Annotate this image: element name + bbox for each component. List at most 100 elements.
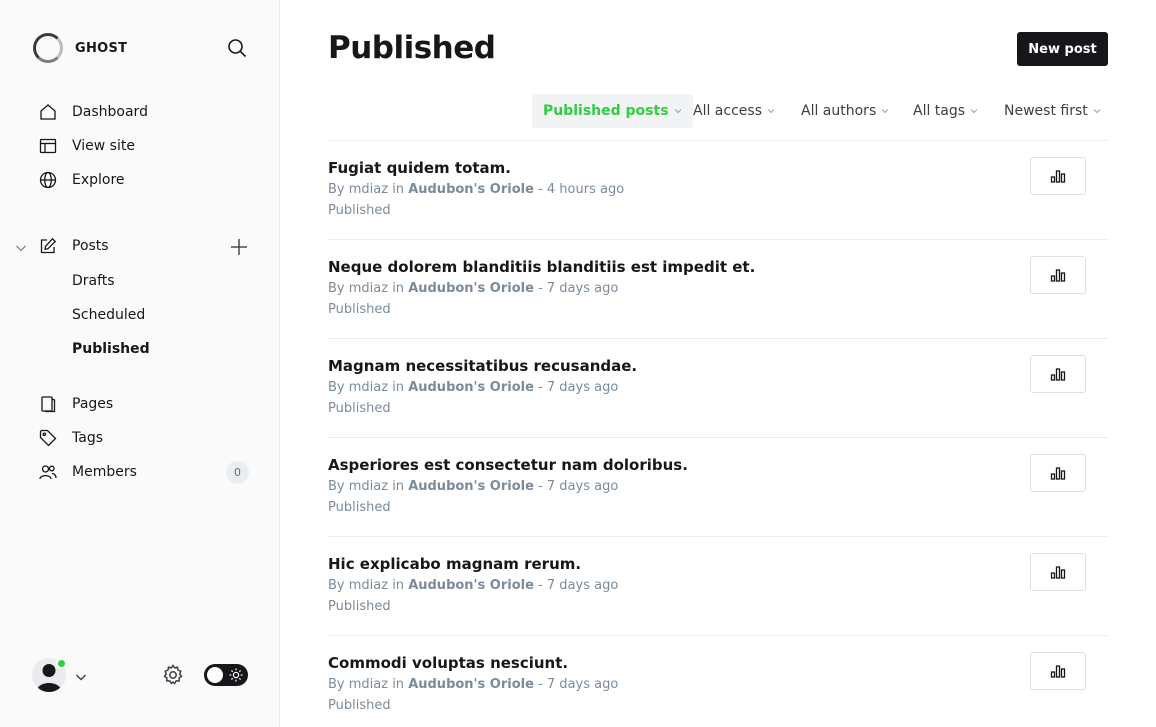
sidebar-item-tags[interactable]: Tags — [32, 423, 252, 453]
filter-label: All access — [693, 103, 762, 119]
post-title[interactable]: Magnam necessitatibus recusandae. — [328, 357, 637, 375]
post-title[interactable]: Fugiat quidem totam. — [328, 159, 511, 177]
sidebar-item-label: Pages — [72, 396, 114, 412]
toggle-knob — [207, 667, 223, 683]
post-meta: By mdiaz in Audubon's Oriole - 7 days ag… — [328, 380, 618, 395]
post-author: By mdiaz in — [328, 479, 405, 494]
post-status: Published — [328, 203, 391, 218]
chevron-down-icon — [1093, 109, 1101, 114]
post-row[interactable]: Hic explicabo magnam rerum. By mdiaz in … — [328, 537, 1108, 636]
post-title[interactable]: Neque dolorem blanditiis blanditiis est … — [328, 258, 755, 276]
sidebar-item-label: View site — [72, 138, 135, 154]
filter-sort[interactable]: Newest first — [1004, 94, 1101, 128]
analytics-button[interactable] — [1030, 256, 1086, 294]
chevron-down-icon[interactable] — [14, 240, 28, 254]
sidebar-item-members[interactable]: Members — [32, 457, 252, 487]
brand[interactable]: GHOST — [33, 33, 127, 63]
analytics-button[interactable] — [1030, 553, 1086, 591]
analytics-button[interactable] — [1030, 454, 1086, 492]
sidebar-subitem-drafts[interactable]: Drafts — [72, 271, 115, 291]
analytics-button[interactable] — [1030, 652, 1086, 690]
search-icon[interactable] — [226, 37, 248, 59]
filter-access[interactable]: All access — [693, 94, 775, 128]
sidebar-item-label: Posts — [72, 238, 109, 254]
post-title[interactable]: Asperiores est consectetur nam doloribus… — [328, 456, 688, 474]
filter-label: All authors — [801, 103, 877, 119]
new-post-button[interactable]: New post — [1017, 32, 1108, 66]
post-time: - 7 days ago — [538, 677, 619, 692]
chevron-down-icon — [674, 109, 681, 114]
sidebar: GHOST Dashboard View site Explore Posts … — [0, 0, 280, 727]
post-row[interactable]: Asperiores est consectetur nam doloribus… — [328, 438, 1108, 537]
bar-chart-icon — [1050, 269, 1066, 282]
filter-type[interactable]: Published posts — [532, 94, 693, 128]
filter-authors[interactable]: All authors — [801, 94, 889, 128]
post-status: Published — [328, 599, 391, 614]
ghost-logo-icon — [33, 33, 63, 63]
post-meta: By mdiaz in Audubon's Oriole - 7 days ag… — [328, 677, 618, 692]
add-post-icon[interactable] — [228, 236, 250, 258]
sidebar-item-label: Dashboard — [72, 104, 148, 120]
bar-chart-icon — [1050, 665, 1066, 678]
sidebar-item-view-site[interactable]: View site — [32, 131, 252, 161]
post-tag: Audubon's Oriole — [408, 578, 534, 593]
post-tag: Audubon's Oriole — [408, 380, 534, 395]
filter-label: Newest first — [1004, 103, 1088, 119]
home-icon — [38, 102, 58, 122]
post-author: By mdiaz in — [328, 578, 405, 593]
post-meta: By mdiaz in Audubon's Oriole - 7 days ag… — [328, 479, 618, 494]
post-time: - 7 days ago — [538, 479, 619, 494]
sidebar-item-pages[interactable]: Pages — [32, 389, 252, 419]
filter-label: All tags — [913, 103, 966, 119]
post-status: Published — [328, 401, 391, 416]
post-author: By mdiaz in — [328, 281, 405, 296]
page-title: Published — [328, 30, 496, 66]
edit-icon — [38, 236, 58, 256]
sidebar-subitem-scheduled[interactable]: Scheduled — [72, 305, 145, 325]
post-time: - 7 days ago — [538, 578, 619, 593]
layout-icon — [38, 136, 58, 156]
post-row[interactable]: Commodi voluptas nesciunt. By mdiaz in A… — [328, 636, 1108, 727]
post-tag: Audubon's Oriole — [408, 182, 534, 197]
post-time: - 4 hours ago — [538, 182, 625, 197]
sidebar-item-explore[interactable]: Explore — [32, 165, 252, 195]
post-title[interactable]: Hic explicabo magnam rerum. — [328, 555, 581, 573]
sidebar-item-posts[interactable]: Posts — [32, 231, 252, 261]
post-title[interactable]: Commodi voluptas nesciunt. — [328, 654, 568, 672]
sidebar-item-dashboard[interactable]: Dashboard — [32, 97, 252, 127]
globe-icon — [38, 170, 58, 190]
post-meta: By mdiaz in Audubon's Oriole - 7 days ag… — [328, 578, 618, 593]
post-meta: By mdiaz in Audubon's Oriole - 4 hours a… — [328, 182, 624, 197]
online-status-dot — [56, 658, 67, 669]
gear-icon[interactable] — [161, 663, 185, 687]
chevron-down-icon — [74, 669, 88, 683]
chevron-down-icon — [881, 109, 889, 114]
analytics-button[interactable] — [1030, 157, 1086, 195]
post-row[interactable]: Neque dolorem blanditiis blanditiis est … — [328, 240, 1108, 339]
members-count-badge: 0 — [226, 461, 249, 484]
chevron-down-icon — [767, 109, 775, 114]
post-status: Published — [328, 500, 391, 515]
post-list: Fugiat quidem totam. By mdiaz in Audubon… — [328, 140, 1108, 727]
theme-toggle[interactable] — [204, 664, 248, 686]
pages-icon — [38, 394, 58, 414]
members-icon — [38, 462, 58, 482]
post-tag: Audubon's Oriole — [408, 677, 534, 692]
post-time: - 7 days ago — [538, 281, 619, 296]
post-author: By mdiaz in — [328, 677, 405, 692]
sidebar-item-label: Members — [72, 464, 137, 480]
sidebar-item-label: Explore — [72, 172, 125, 188]
bar-chart-icon — [1050, 368, 1066, 381]
chevron-down-icon — [970, 109, 978, 114]
brand-name: GHOST — [75, 40, 128, 56]
post-row[interactable]: Magnam necessitatibus recusandae. By mdi… — [328, 339, 1108, 438]
post-time: - 7 days ago — [538, 380, 619, 395]
filter-tags[interactable]: All tags — [913, 94, 978, 128]
post-tag: Audubon's Oriole — [408, 479, 534, 494]
user-menu[interactable] — [32, 658, 90, 692]
sidebar-subitem-published[interactable]: Published — [72, 339, 150, 359]
analytics-button[interactable] — [1030, 355, 1086, 393]
sun-icon — [228, 667, 244, 683]
post-row[interactable]: Fugiat quidem totam. By mdiaz in Audubon… — [328, 141, 1108, 240]
filter-label: Published posts — [543, 103, 669, 119]
